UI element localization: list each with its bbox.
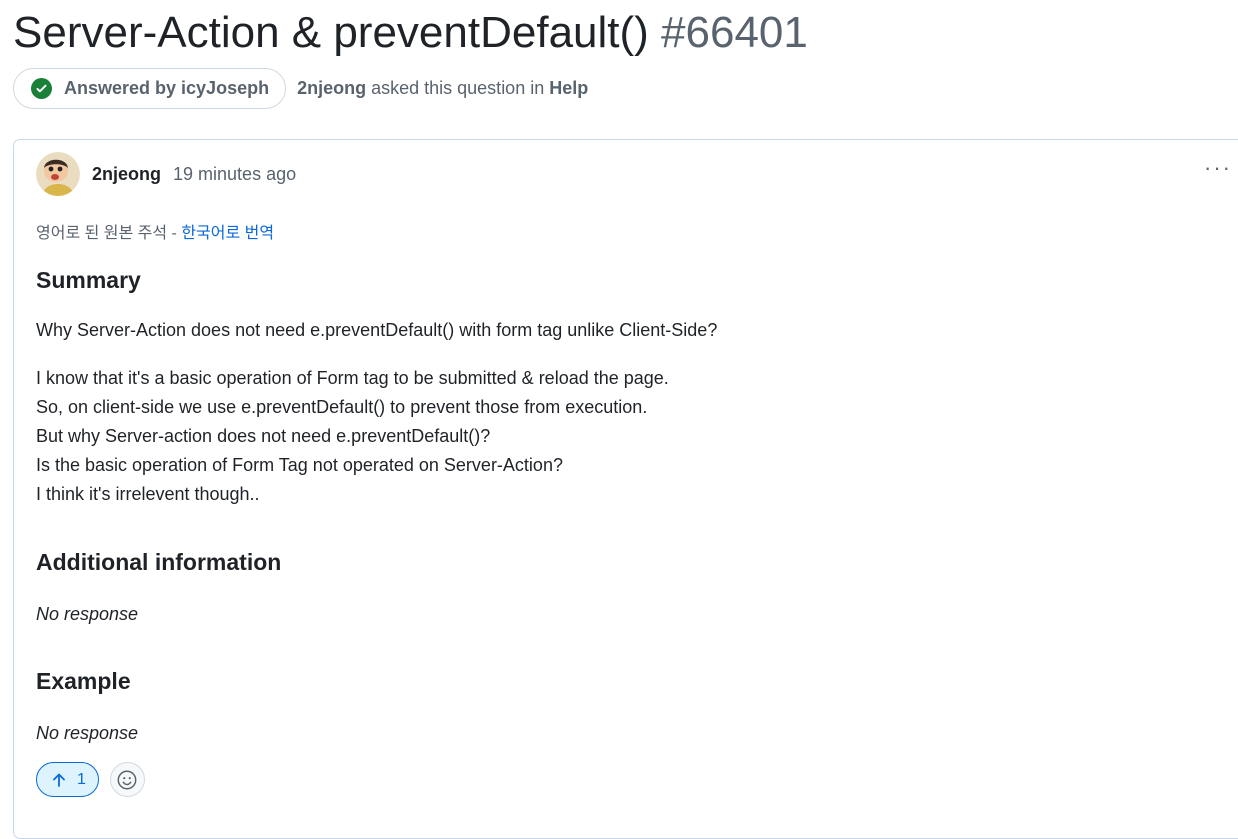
check-circle-icon bbox=[31, 78, 52, 99]
category-link[interactable]: Help bbox=[549, 78, 588, 98]
body-line: So, on client-side we use e.preventDefau… bbox=[36, 397, 648, 417]
asker-link[interactable]: 2njeong bbox=[297, 78, 366, 98]
asked-text: asked this question in bbox=[371, 78, 545, 98]
post-author[interactable]: 2njeong bbox=[92, 164, 161, 185]
translation-notice: 영어로 된 원본 주석 - 한국어로 번역 bbox=[36, 219, 274, 243]
body-paragraph: I know that it's a basic operation of Fo… bbox=[36, 364, 1216, 509]
body-line: But why Server-action does not need e.pr… bbox=[36, 426, 491, 446]
answered-label: Answered by icyJoseph bbox=[64, 78, 270, 98]
post-header: 2njeong 19 minutes ago bbox=[36, 152, 296, 196]
summary-heading: Summary bbox=[36, 267, 141, 293]
additional-info-heading: Additional information bbox=[36, 549, 282, 575]
asked-info: 2njeong asked this question in Help bbox=[297, 78, 588, 99]
discussion-post: 2njeong 19 minutes ago ··· 영어로 된 원본 주석 -… bbox=[13, 139, 1238, 839]
body-line: Is the basic operation of Form Tag not o… bbox=[36, 455, 563, 475]
kebab-icon[interactable]: ··· bbox=[1204, 157, 1232, 179]
discussion-meta: Answered by icyJoseph 2njeong asked this… bbox=[13, 67, 588, 110]
arrow-up-icon bbox=[53, 773, 65, 787]
upvote-count: 1 bbox=[77, 770, 86, 788]
add-reaction-button[interactable] bbox=[109, 762, 145, 797]
additional-info-text: No response bbox=[36, 604, 139, 624]
example-heading: Example bbox=[36, 668, 131, 694]
answered-badge[interactable]: Answered by icyJoseph bbox=[13, 68, 287, 109]
translation-text: 영어로 된 원본 주석 - bbox=[36, 225, 182, 242]
post-timestamp[interactable]: 19 minutes ago bbox=[173, 164, 296, 185]
avatar[interactable] bbox=[36, 152, 80, 196]
body-line: I think it's irrelevent though.. bbox=[36, 484, 260, 504]
post-body: Summary Why Server-Action does not need … bbox=[36, 264, 1216, 748]
example-text: No response bbox=[36, 723, 139, 743]
smiley-icon bbox=[117, 770, 137, 789]
translate-link[interactable]: 한국어로 번역 bbox=[181, 225, 274, 242]
title-text: Server-Action & preventDefault() bbox=[13, 8, 649, 57]
body-line: I know that it's a basic operation of Fo… bbox=[36, 368, 669, 388]
upvote-button[interactable]: 1 bbox=[36, 762, 99, 797]
summary-paragraph: Why Server-Action does not need e.preven… bbox=[36, 320, 718, 340]
discussion-number: #66401 bbox=[661, 8, 808, 57]
discussion-title: Server-Action & preventDefault() #66401 bbox=[13, 6, 808, 60]
reactions-bar: 1 bbox=[36, 762, 145, 797]
